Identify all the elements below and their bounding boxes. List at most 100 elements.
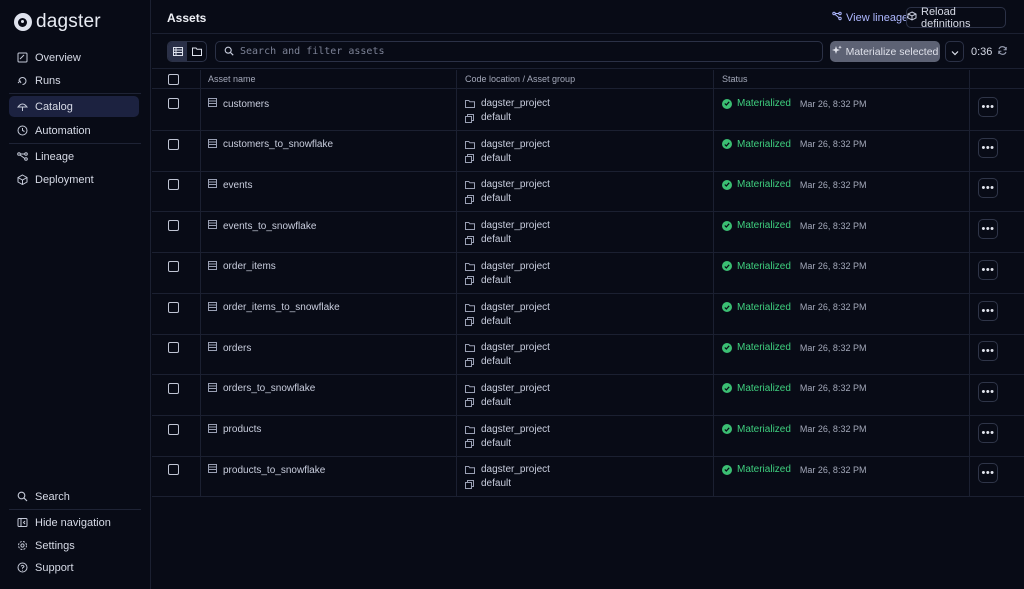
status-badge[interactable]: Materialized — [737, 179, 791, 190]
sidebar-item-settings[interactable]: Settings — [9, 535, 139, 556]
row-checkbox[interactable] — [168, 464, 179, 476]
materialized-timestamp[interactable]: Mar 26, 8:32 PM — [800, 302, 867, 312]
brand-logo[interactable]: dagster — [14, 10, 101, 34]
asset-name-cell[interactable]: products_to_snowflake — [208, 464, 325, 476]
materialized-timestamp[interactable]: Mar 26, 8:32 PM — [800, 180, 867, 190]
row-actions-button[interactable]: ••• — [978, 422, 998, 443]
status-badge[interactable]: Materialized — [737, 424, 791, 435]
row-checkbox[interactable] — [168, 220, 179, 232]
status-badge[interactable]: Materialized — [737, 464, 791, 475]
sidebar-item-search[interactable]: Search — [9, 486, 139, 507]
asset-group-link[interactable]: default — [465, 396, 550, 410]
materialize-selected-button[interactable]: Materialize selected — [830, 41, 940, 62]
materialized-timestamp[interactable]: Mar 26, 8:32 PM — [800, 99, 867, 109]
table-icon — [208, 260, 217, 273]
sidebar: dagster Overview Runs Catalog Automation… — [0, 0, 151, 589]
select-all-checkbox[interactable] — [168, 74, 179, 85]
asset-name: order_items — [223, 261, 276, 273]
row-checkbox[interactable] — [168, 98, 179, 109]
asset-name-cell[interactable]: order_items — [208, 260, 276, 273]
asset-group: default — [481, 193, 512, 205]
asset-name: orders — [223, 342, 252, 354]
status-badge[interactable]: Materialized — [737, 261, 791, 272]
asset-name-cell[interactable]: orders_to_snowflake — [208, 382, 315, 395]
view-lineage-link[interactable]: View lineage — [832, 11, 908, 24]
code-location-link[interactable]: dagster_project — [465, 341, 550, 355]
asset-group-link[interactable]: default — [465, 315, 550, 329]
row-checkbox[interactable] — [168, 342, 179, 354]
status-badge[interactable]: Materialized — [737, 383, 791, 394]
code-location-link[interactable]: dagster_project — [465, 260, 550, 274]
list-view-button[interactable] — [168, 42, 187, 61]
row-actions-button[interactable]: ••• — [978, 97, 998, 117]
row-checkbox[interactable] — [168, 301, 179, 313]
sidebar-item-automation[interactable]: Automation — [9, 120, 139, 141]
code-location-cell: dagster_project default — [465, 463, 550, 491]
asset-name-cell[interactable]: customers_to_snowflake — [208, 138, 333, 151]
asset-name-cell[interactable]: orders — [208, 342, 251, 354]
materialized-timestamp[interactable]: Mar 26, 8:32 PM — [800, 139, 867, 149]
asset-group-link[interactable]: default — [465, 355, 550, 369]
sidebar-item-hide-navigation[interactable]: Hide navigation — [9, 512, 139, 533]
materialized-timestamp[interactable]: Mar 26, 8:32 PM — [800, 261, 867, 271]
sidebar-item-catalog[interactable]: Catalog — [9, 96, 139, 117]
row-actions-button[interactable]: ••• — [978, 137, 998, 158]
asset-group-link[interactable]: default — [465, 192, 550, 206]
asset-name-cell[interactable]: order_items_to_snowflake — [208, 301, 340, 314]
status-badge[interactable]: Materialized — [737, 98, 791, 109]
sidebar-item-runs[interactable]: Runs — [9, 70, 139, 91]
row-checkbox[interactable] — [168, 423, 179, 435]
search-input[interactable] — [240, 46, 800, 57]
row-actions-button[interactable]: ••• — [978, 381, 998, 402]
status-badge[interactable]: Materialized — [737, 139, 791, 150]
materialize-options-button[interactable] — [945, 41, 964, 62]
code-location-link[interactable]: dagster_project — [465, 423, 550, 437]
success-check-icon — [722, 342, 732, 353]
asset-name-cell[interactable]: events_to_snowflake — [208, 220, 316, 232]
asset-group-link[interactable]: default — [465, 274, 550, 288]
asset-search[interactable] — [215, 41, 823, 62]
asset-name-cell[interactable]: events — [208, 179, 252, 191]
asset-group-link[interactable]: default — [465, 437, 550, 451]
asset-name-cell[interactable]: customers — [208, 98, 269, 110]
sidebar-item-lineage[interactable]: Lineage — [9, 146, 139, 167]
row-actions-button[interactable]: ••• — [978, 178, 998, 199]
materialized-timestamp[interactable]: Mar 26, 8:32 PM — [800, 343, 867, 353]
reload-definitions-button[interactable]: Reload definitions — [906, 6, 1006, 30]
materialized-timestamp[interactable]: Mar 26, 8:32 PM — [800, 424, 867, 434]
asset-name: customers — [223, 98, 270, 110]
materialized-timestamp[interactable]: Mar 26, 8:32 PM — [800, 465, 867, 475]
code-location-link[interactable]: dagster_project — [465, 301, 550, 315]
code-location-link[interactable]: dagster_project — [465, 97, 550, 111]
sidebar-item-deployment[interactable]: Deployment — [9, 169, 139, 190]
row-actions-button[interactable]: ••• — [978, 219, 998, 240]
code-location-link[interactable]: dagster_project — [465, 463, 550, 477]
code-location-link[interactable]: dagster_project — [465, 178, 550, 192]
row-actions-button[interactable]: ••• — [978, 300, 998, 321]
row-checkbox[interactable] — [168, 260, 179, 272]
code-location-link[interactable]: dagster_project — [465, 219, 550, 233]
refresh-icon[interactable] — [997, 45, 1008, 59]
asset-group-link[interactable]: default — [465, 477, 550, 491]
row-actions-button[interactable]: ••• — [978, 463, 998, 484]
row-actions-button[interactable]: ••• — [978, 259, 998, 280]
sidebar-item-overview[interactable]: Overview — [9, 47, 139, 68]
asset-name-cell[interactable]: products — [208, 423, 261, 436]
folder-view-button[interactable] — [187, 42, 206, 61]
row-actions-button[interactable]: ••• — [978, 341, 998, 362]
row-checkbox[interactable] — [168, 382, 179, 394]
status-badge[interactable]: Materialized — [737, 342, 791, 353]
asset-group-link[interactable]: default — [465, 111, 550, 125]
materialized-timestamp[interactable]: Mar 26, 8:32 PM — [800, 383, 867, 393]
row-checkbox[interactable] — [168, 179, 179, 191]
asset-group-link[interactable]: default — [465, 233, 550, 247]
status-badge[interactable]: Materialized — [737, 302, 791, 313]
sidebar-item-support[interactable]: Support — [9, 557, 139, 578]
more-icon: ••• — [981, 304, 995, 317]
code-location-link[interactable]: dagster_project — [465, 138, 550, 152]
materialized-timestamp[interactable]: Mar 26, 8:32 PM — [800, 221, 867, 231]
code-location-link[interactable]: dagster_project — [465, 382, 550, 396]
asset-group-link[interactable]: default — [465, 152, 550, 166]
row-checkbox[interactable] — [168, 138, 179, 150]
status-badge[interactable]: Materialized — [737, 220, 791, 231]
